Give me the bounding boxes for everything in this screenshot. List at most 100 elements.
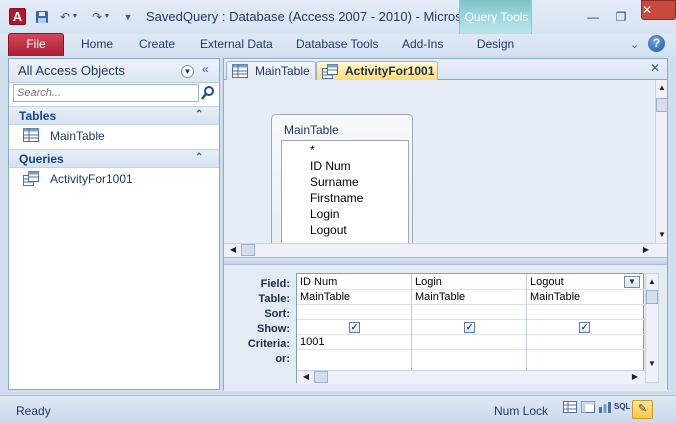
field-cell[interactable]: ID Num (300, 276, 337, 288)
nav-group-label: Tables (19, 109, 57, 123)
query-tools-label: Query Tools (464, 10, 529, 24)
field-item[interactable]: * (310, 143, 315, 157)
row-label-show: Show: (257, 323, 290, 335)
row-label-field: Field: (260, 278, 290, 290)
restore-icon[interactable]: ❐ (608, 8, 634, 26)
nav-item-maintable[interactable]: MainTable (9, 126, 219, 146)
scroll-thumb[interactable] (314, 371, 328, 383)
doc-tab-maintable[interactable]: MainTable (226, 61, 316, 80)
show-checkbox[interactable]: ✓ (464, 322, 475, 333)
close-document-icon[interactable]: ✕ (650, 61, 660, 75)
pivottable-view-icon[interactable] (580, 401, 596, 417)
row-label-criteria: Criteria: (247, 338, 290, 350)
document-tab-strip: MainTable ActivityFor1001 ✕ (224, 59, 667, 80)
grid-horizontal-scrollbar[interactable]: ◀ ▶ (297, 370, 645, 384)
table-cell[interactable]: MainTable (415, 291, 465, 303)
nav-group-queries[interactable]: Queries ⌃ (9, 149, 219, 168)
pane-splitter[interactable] (224, 257, 667, 265)
nav-group-label: Queries (19, 152, 64, 166)
field-cell[interactable]: Login (415, 276, 442, 288)
field-list-title: MainTable (284, 123, 339, 137)
grid-vertical-scrollbar[interactable]: ▲ ▼ (645, 273, 659, 383)
field-item[interactable]: Login (310, 207, 339, 221)
status-bar: Ready Num Lock SQL ✎ (0, 395, 676, 423)
tab-database-tools[interactable]: Database Tools (296, 37, 379, 51)
scroll-up-icon[interactable]: ▲ (656, 82, 668, 94)
scroll-thumb[interactable] (241, 244, 255, 256)
table-icon (232, 64, 248, 81)
field-list-window[interactable]: MainTable * ID Num Surname Firstname Log… (271, 114, 413, 256)
table-icon (23, 128, 39, 145)
window-title: SavedQuery : Database (Access 2007 - 201… (146, 9, 480, 24)
nav-pane-header[interactable]: All Access Objects ▼ « (9, 59, 219, 83)
scroll-right-icon[interactable]: ▶ (629, 371, 641, 383)
field-item[interactable]: Surname (310, 175, 359, 189)
doc-tab-label: MainTable (255, 64, 310, 78)
upper-vertical-scrollbar[interactable]: ▲ ▼ (655, 80, 668, 243)
field-item[interactable]: ID Num (310, 159, 351, 173)
nav-item-activityfor1001[interactable]: ActivityFor1001 (9, 169, 219, 189)
doc-tab-activityfor1001[interactable]: ActivityFor1001 (316, 61, 438, 80)
file-tab[interactable]: File (8, 33, 64, 56)
sql-view-icon[interactable]: SQL (614, 402, 630, 411)
query-design-upper-pane[interactable]: MainTable * ID Num Surname Firstname Log… (224, 80, 655, 257)
nav-search-input[interactable] (14, 85, 198, 101)
criteria-cell[interactable]: 1001 (300, 336, 324, 348)
table-cell[interactable]: MainTable (530, 291, 580, 303)
shutter-bar-close-icon[interactable]: « (202, 62, 209, 76)
help-icon[interactable]: ? (648, 35, 665, 52)
grid-column-id-num[interactable]: ID Num MainTable ✓ 1001 (297, 274, 412, 370)
nav-item-label: ActivityFor1001 (50, 172, 133, 186)
scroll-up-icon[interactable]: ▲ (646, 276, 658, 288)
datasheet-view-icon[interactable] (562, 401, 578, 417)
grid-column-login[interactable]: Login MainTable ✓ (412, 274, 527, 370)
nav-group-tables[interactable]: Tables ⌃ (9, 106, 219, 125)
tab-create[interactable]: Create (139, 37, 175, 51)
upper-horizontal-scrollbar[interactable]: ◀ ▶ (224, 243, 667, 257)
close-window-icon[interactable]: ✕ (641, 0, 676, 20)
num-lock-indicator: Num Lock (494, 404, 549, 418)
tab-external-data[interactable]: External Data (200, 37, 273, 51)
customize-toolbar-icon[interactable]: ▼ (120, 9, 136, 25)
scroll-left-icon[interactable]: ◀ (300, 371, 312, 383)
table-cell[interactable]: MainTable (300, 291, 350, 303)
scroll-right-icon[interactable]: ▶ (640, 244, 652, 256)
minimize-ribbon-icon[interactable]: ⌄ (630, 38, 639, 51)
redo-dropdown-icon[interactable]: ▼ (103, 9, 111, 25)
design-view-icon[interactable]: ✎ (632, 400, 653, 419)
grid-column-logout[interactable]: Logout ▼ MainTable ✓ (527, 274, 644, 370)
save-icon[interactable] (34, 9, 50, 25)
collapse-group-icon[interactable]: ⌃ (195, 109, 203, 120)
field-item[interactable]: Firstname (310, 191, 363, 205)
status-text: Ready (16, 404, 51, 418)
undo-dropdown-icon[interactable]: ▼ (71, 9, 79, 25)
row-label-or: or: (275, 353, 290, 365)
scroll-down-icon[interactable]: ▼ (656, 229, 668, 241)
scroll-left-icon[interactable]: ◀ (227, 244, 239, 256)
tab-add-ins[interactable]: Add-Ins (402, 37, 443, 51)
show-checkbox[interactable]: ✓ (579, 322, 590, 333)
pivotchart-view-icon[interactable] (597, 401, 613, 417)
field-dropdown-icon[interactable]: ▼ (624, 276, 640, 288)
field-cell[interactable]: Logout (530, 276, 564, 288)
scroll-down-icon[interactable]: ▼ (646, 358, 658, 370)
nav-menu-dropdown-icon[interactable]: ▼ (181, 65, 194, 78)
field-list[interactable]: * ID Num Surname Firstname Login Logout (281, 140, 409, 252)
minimize-icon[interactable]: — (580, 8, 606, 26)
show-checkbox[interactable]: ✓ (349, 322, 360, 333)
design-grid[interactable]: ID Num MainTable ✓ 1001 Login MainTable … (296, 273, 645, 384)
field-item[interactable]: Logout (310, 223, 347, 237)
row-label-table: Table: (258, 293, 290, 305)
row-label-sort: Sort: (264, 308, 290, 320)
nav-pane-title: All Access Objects (18, 63, 125, 78)
nav-search-box[interactable] (13, 84, 199, 102)
scroll-thumb[interactable] (646, 290, 658, 304)
scroll-thumb[interactable] (656, 98, 668, 112)
nav-item-label: MainTable (50, 129, 105, 143)
tab-design[interactable]: Design (459, 34, 532, 56)
collapse-group-icon[interactable]: ⌃ (195, 152, 203, 163)
tab-home[interactable]: Home (81, 37, 113, 51)
doc-tab-label: ActivityFor1001 (345, 64, 435, 78)
access-app-icon[interactable]: A (9, 8, 26, 25)
search-icon[interactable] (200, 85, 216, 101)
